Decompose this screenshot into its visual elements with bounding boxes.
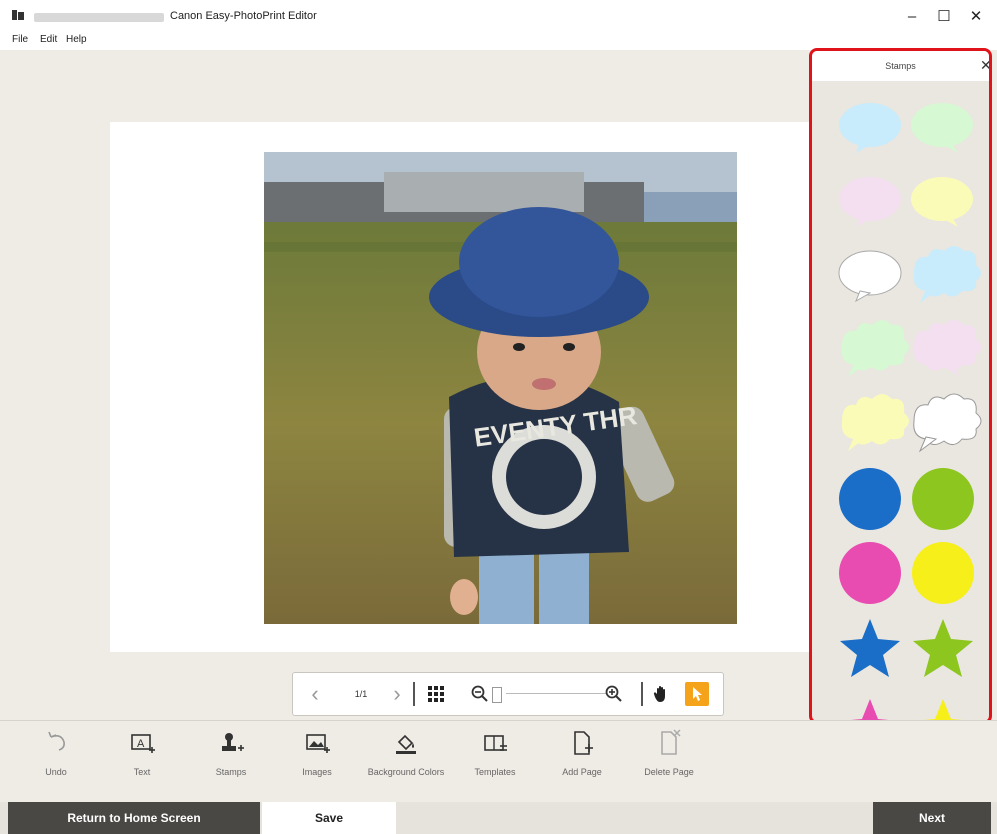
stamp-cloud-yellow[interactable]	[841, 394, 909, 451]
text-label: Text	[133, 767, 151, 777]
delete-page-icon	[661, 729, 681, 755]
text-button[interactable]: A Text	[100, 728, 184, 779]
background-colors-button[interactable]: Background Colors	[364, 728, 448, 779]
stamps-panel: Stamps ✕	[809, 48, 992, 724]
stamps-close-button[interactable]: ✕	[980, 57, 989, 74]
stamp-cloud-white[interactable]	[913, 393, 982, 453]
undo-label: Undo	[45, 767, 67, 777]
previous-page-button[interactable]: ‹	[303, 673, 327, 715]
maximize-button[interactable]: ☐	[930, 6, 958, 28]
menu-edit[interactable]: Edit	[40, 34, 57, 45]
window-title: Canon Easy-PhotoPrint Editor	[170, 10, 317, 22]
save-button[interactable]: Save	[262, 802, 396, 834]
grid-view-icon[interactable]	[428, 686, 444, 702]
add-page-label: Add Page	[562, 767, 602, 777]
background-colors-label: Background Colors	[367, 767, 445, 777]
stamp-star-blue[interactable]	[840, 619, 900, 677]
stamps-button[interactable]: Stamps	[189, 728, 273, 779]
title-blurred-region	[34, 13, 164, 22]
zoom-slider-thumb[interactable]	[492, 687, 502, 703]
stamp-cloud-light-blue[interactable]	[913, 246, 981, 303]
page-navigator: ‹ 1/1 ›	[292, 672, 724, 716]
svg-text:A: A	[137, 738, 145, 750]
stamp-bubble-light-green[interactable]	[911, 103, 973, 153]
stamp-cloud-light-green[interactable]	[841, 320, 909, 377]
templates-button[interactable]: Templates	[453, 728, 537, 779]
page-indicator: 1/1	[354, 689, 368, 699]
undo-button[interactable]: Undo	[14, 728, 98, 779]
template-icon	[484, 735, 507, 751]
stamp-star-green[interactable]	[913, 619, 973, 677]
image-icon	[306, 734, 330, 753]
stamp-bubble-pink[interactable]	[839, 177, 901, 227]
menu-help[interactable]: Help	[66, 34, 87, 45]
templates-label: Templates	[474, 767, 516, 777]
menu-file[interactable]: File	[12, 34, 28, 45]
select-tool-button[interactable]	[685, 682, 709, 706]
minimize-button[interactable]: –	[898, 6, 926, 28]
stamp-circle-blue[interactable]	[839, 468, 901, 530]
divider	[413, 682, 415, 706]
divider	[641, 682, 643, 706]
undo-icon	[48, 731, 65, 751]
stamps-grid	[838, 103, 982, 721]
stamp-icon	[222, 733, 244, 751]
stamp-bubble-white[interactable]	[838, 250, 902, 303]
cursor-arrow-icon	[693, 687, 702, 701]
next-page-button[interactable]: ›	[385, 673, 409, 715]
images-button[interactable]: Images	[275, 728, 359, 779]
stamp-cloud-pink[interactable]	[913, 320, 981, 377]
delete-page-button[interactable]: Delete Page	[627, 728, 711, 779]
next-button[interactable]: Next	[873, 802, 991, 834]
stamp-circle-pink[interactable]	[839, 542, 901, 604]
stamps-panel-title: Stamps	[812, 51, 989, 81]
paint-bucket-icon	[396, 734, 416, 754]
app-icon	[12, 10, 24, 20]
stamp-bubble-yellow[interactable]	[911, 177, 973, 227]
stamp-circle-green[interactable]	[912, 468, 974, 530]
hand-tool-icon[interactable]	[653, 685, 671, 703]
images-label: Images	[302, 767, 332, 777]
stamp-bubble-light-blue[interactable]	[839, 103, 901, 153]
delete-page-label: Delete Page	[644, 767, 694, 777]
zoom-in-icon[interactable]	[605, 685, 623, 703]
add-page-button[interactable]: Add Page	[540, 728, 624, 779]
stamps-label: Stamps	[215, 767, 247, 777]
photo-image[interactable]: EVENTY THR	[264, 152, 737, 624]
close-window-button[interactable]: ✕	[962, 6, 990, 28]
stamp-circle-yellow[interactable]	[912, 542, 974, 604]
zoom-slider-track[interactable]	[506, 693, 606, 694]
text-icon: A	[131, 734, 155, 753]
add-page-icon	[574, 731, 593, 755]
zoom-out-icon[interactable]	[471, 685, 489, 703]
return-home-button[interactable]: Return to Home Screen	[8, 802, 260, 834]
